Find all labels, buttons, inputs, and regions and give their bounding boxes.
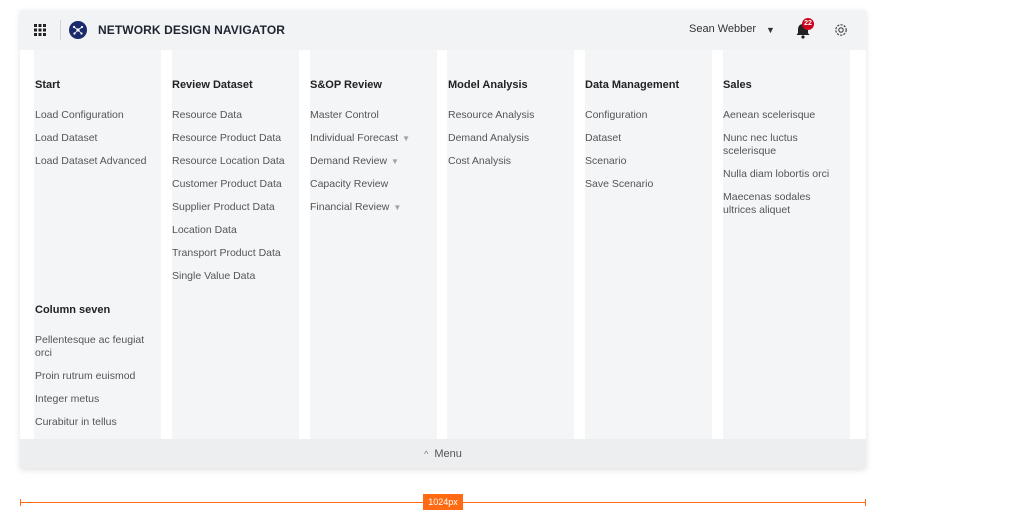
menu-item-supplier-product-data[interactable]: Supplier Product Data	[172, 201, 298, 214]
user-menu[interactable]: Sean Webber	[689, 23, 756, 35]
menu-item-capacity-review[interactable]: Capacity Review	[310, 178, 436, 191]
menu-item-customer-product-data[interactable]: Customer Product Data	[172, 178, 298, 191]
column-title-review-dataset: Review Dataset	[172, 79, 253, 91]
menu-item-configuration[interactable]: Configuration	[585, 109, 711, 122]
chevron-down-icon: ▼	[391, 157, 399, 166]
menu-item-master-control[interactable]: Master Control	[310, 109, 436, 122]
ruler-label: 1024px	[423, 494, 463, 510]
menu-item-individual-forecast[interactable]: Individual Forecast ▼	[310, 132, 436, 145]
ruler-tick	[865, 499, 866, 506]
column-title-sales: Sales	[723, 79, 752, 91]
menu-item-demand-analysis[interactable]: Demand Analysis	[448, 132, 574, 145]
column-title-start: Start	[35, 79, 61, 91]
menu-item-nulla-diam[interactable]: Nulla diam lobortis orci	[723, 168, 849, 181]
chevron-up-icon: ^	[424, 448, 429, 459]
menu-item-transport-product-data[interactable]: Transport Product Data	[172, 247, 298, 260]
menu-collapse-button[interactable]: ^ Menu	[20, 439, 866, 468]
menu-collapse-label: Menu	[434, 447, 462, 460]
menu-item-load-dataset-advanced[interactable]: Load Dataset Advanced	[35, 155, 161, 168]
app-header: NETWORK DESIGN NAVIGATOR Sean Webber ▼ 2…	[20, 10, 866, 50]
navigator-panel: NETWORK DESIGN NAVIGATOR Sean Webber ▼ 2…	[20, 10, 866, 468]
menu-item-financial-review[interactable]: Financial Review ▼	[310, 201, 436, 214]
menu-item-save-scenario[interactable]: Save Scenario	[585, 178, 711, 191]
column-title-data-management: Data Management	[585, 79, 680, 91]
menu-item-label: Demand Review	[310, 155, 388, 167]
menu-item-dataset[interactable]: Dataset	[585, 132, 711, 145]
menu-item-aenean[interactable]: Aenean scelerisque	[723, 109, 847, 122]
menu-item-load-configuration[interactable]: Load Configuration	[35, 109, 161, 122]
apps-grid-icon[interactable]	[34, 24, 46, 36]
chevron-down-icon: ▼	[393, 203, 402, 212]
app-title: NETWORK DESIGN NAVIGATOR	[98, 23, 286, 37]
menu-item-single-value-data[interactable]: Single Value Data	[172, 270, 298, 283]
menu-item-nunc-nec[interactable]: Nunc nec luctus scelerisque	[723, 132, 823, 158]
menu-item-maecenas[interactable]: Maecenas sodales ultrices aliquet	[723, 191, 831, 217]
menu-item-label: Individual Forecast	[310, 132, 399, 144]
menu-item-scenario[interactable]: Scenario	[585, 155, 711, 168]
menu-item-proin-rutrum[interactable]: Proin rutrum euismod	[35, 370, 161, 383]
menu-item-cost-analysis[interactable]: Cost Analysis	[448, 155, 574, 168]
column-title-sop-review: S&OP Review	[310, 79, 382, 91]
mega-menu: Start Load Configuration Load Dataset Lo…	[20, 50, 866, 439]
menu-item-load-dataset[interactable]: Load Dataset	[35, 132, 161, 145]
menu-item-label: Financial Review	[310, 201, 390, 213]
gear-icon[interactable]	[833, 22, 849, 38]
app-logo-icon	[69, 21, 87, 39]
menu-item-resource-product-data[interactable]: Resource Product Data	[172, 132, 298, 145]
menu-item-integer-metus[interactable]: Integer metus	[35, 393, 161, 406]
caret-down-icon[interactable]: ▼	[766, 25, 775, 35]
column-title-model-analysis: Model Analysis	[448, 79, 528, 91]
notification-badge: 22	[802, 18, 814, 30]
menu-item-curabitur[interactable]: Curabitur in tellus	[35, 416, 161, 429]
menu-item-location-data[interactable]: Location Data	[172, 224, 298, 237]
menu-item-resource-analysis[interactable]: Resource Analysis	[448, 109, 574, 122]
menu-item-resource-data[interactable]: Resource Data	[172, 109, 298, 122]
menu-item-pellentesque[interactable]: Pellentesque ac feugiat orci	[35, 334, 161, 360]
ruler-tick	[20, 499, 21, 506]
menu-item-resource-location-data[interactable]: Resource Location Data	[172, 155, 298, 168]
chevron-down-icon: ▼	[402, 134, 411, 143]
menu-item-demand-review[interactable]: Demand Review ▼	[310, 155, 436, 168]
column-title-column-seven: Column seven	[35, 304, 111, 316]
header-divider	[60, 20, 61, 40]
